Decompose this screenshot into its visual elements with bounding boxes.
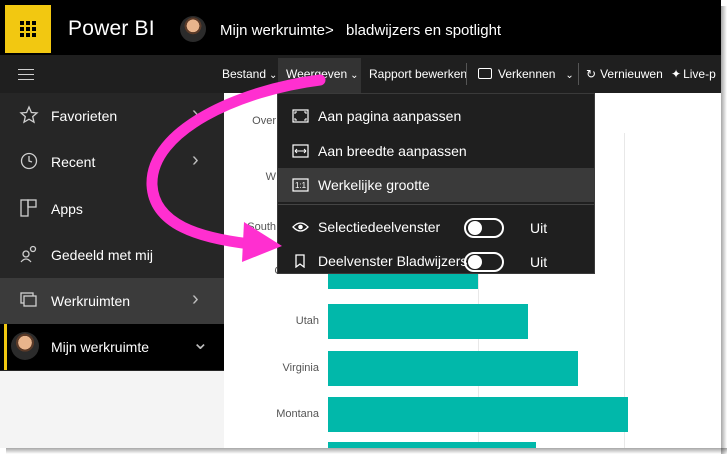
- toggle-state-label: Uit: [530, 254, 548, 270]
- chevron-down-icon[interactable]: ⌄: [192, 330, 209, 355]
- sidebar-item-label: Favorieten: [51, 108, 118, 124]
- chevron-right-icon[interactable]: ›: [192, 288, 199, 311]
- file-menu-button[interactable]: Bestand ⌄: [222, 67, 277, 81]
- report-toolbar: Bestand ⌄ Weergeven ⌄ Rapport bewerken Ver…: [0, 55, 721, 93]
- menu-item-actual-size[interactable]: 1:1 Werkelijke grootte: [278, 168, 594, 202]
- refresh-button[interactable]: ↻ Vernieuwen: [586, 67, 663, 81]
- menu-item-selection-pane[interactable]: Selectiedeelvenster Uit: [278, 210, 594, 244]
- explore-label: Verkennen: [498, 67, 556, 81]
- menu-item-label: Selectiedeelvenster: [318, 219, 441, 235]
- chart-bar[interactable]: [328, 397, 628, 432]
- chart-bar[interactable]: [328, 351, 578, 386]
- sidebar-item-shared-with-me[interactable]: Gedeeld met mij: [0, 232, 224, 278]
- window-shadow-bottom: [6, 448, 727, 454]
- menu-item-fit-to-width[interactable]: Aan breedte aanpassen: [278, 134, 594, 168]
- menu-item-label: Deelvenster Bladwijzers: [318, 253, 468, 269]
- view-menu-button[interactable]: Weergeven ⌄: [286, 67, 359, 81]
- refresh-icon: ↻: [586, 67, 597, 81]
- selected-indicator: [4, 324, 7, 370]
- file-menu-label: Bestand: [222, 67, 267, 81]
- menu-divider: [278, 204, 594, 205]
- top-header: Power BI Mijn werkruimte > bladwijzers e…: [0, 0, 721, 55]
- sidebar-item-my-workspace[interactable]: Mijn werkruimte ⌄: [0, 324, 224, 370]
- sidebar-item-label: Recent: [51, 154, 96, 170]
- menu-item-label: Werkelijke grootte: [318, 177, 430, 193]
- breadcrumb-workspace[interactable]: Mijn werkruimte: [220, 22, 325, 39]
- bookmarks-pane-toggle[interactable]: [464, 252, 504, 272]
- app-title[interactable]: Power BI: [68, 17, 155, 41]
- view-dropdown-menu: Aan pagina aanpassen Aan breedte aanpass…: [277, 93, 595, 274]
- sidebar-item-recent[interactable]: Recent ›: [0, 139, 224, 185]
- sidebar-item-label: Werkruimten: [51, 293, 131, 309]
- shared-people-icon: [19, 244, 39, 264]
- workspaces-icon: [19, 290, 39, 310]
- clock-icon: [19, 151, 39, 171]
- pin-live-label: Live-p: [683, 67, 716, 81]
- sidebar-item-label: Apps: [51, 201, 83, 217]
- svg-text:1:1: 1:1: [295, 181, 307, 190]
- hamburger-menu-icon[interactable]: [18, 69, 34, 84]
- toggle-state-label: Uit: [530, 220, 548, 236]
- toggle-knob: [468, 221, 482, 235]
- explore-icon: [478, 68, 492, 79]
- toolbar-divider: [466, 63, 467, 85]
- sidebar-item-favorites[interactable]: Favorieten ›: [0, 93, 224, 139]
- actual-size-icon: 1:1: [292, 178, 309, 192]
- toolbar-divider: [578, 63, 579, 85]
- chart-category-label: Montana: [276, 408, 319, 420]
- chevron-down-icon: ⌄: [350, 70, 359, 81]
- edit-report-button[interactable]: Rapport bewerken: [369, 67, 467, 81]
- menu-item-label: Aan pagina aanpassen: [318, 108, 462, 124]
- navigation-pane: Favorieten › Recent › Apps Gedeeld met m…: [0, 93, 224, 448]
- sidebar-empty-area: [0, 371, 224, 448]
- eye-icon: [292, 220, 309, 234]
- refresh-label: Vernieuwen: [600, 67, 663, 81]
- chevron-down-icon: ⌄: [269, 70, 278, 81]
- apps-icon: [19, 198, 39, 218]
- chart-category-label: W: [265, 171, 276, 183]
- fit-width-icon: [292, 144, 309, 158]
- star-icon: [19, 105, 39, 125]
- chart-category-label: Over: [252, 115, 276, 127]
- pin-icon: ✦: [671, 67, 682, 81]
- view-menu-label: Weergeven: [286, 67, 348, 81]
- menu-item-bookmarks-pane[interactable]: Deelvenster Bladwijzers Uit: [278, 244, 594, 278]
- toggle-knob: [468, 255, 482, 269]
- chart-category-label: Virginia: [282, 362, 320, 374]
- explore-menu-button[interactable]: Verkennen ⌄: [478, 67, 574, 81]
- menu-item-label: Aan breedte aanpassen: [318, 143, 467, 159]
- chevron-right-icon[interactable]: ›: [192, 149, 199, 172]
- sidebar-item-label: Gedeeld met mij: [51, 247, 153, 263]
- breadcrumb-report[interactable]: bladwijzers en spotlight: [346, 22, 501, 39]
- app-launcher-icon[interactable]: [5, 5, 51, 53]
- chart-bar[interactable]: [328, 304, 528, 339]
- breadcrumb-separator: >: [325, 22, 334, 39]
- sidebar-item-apps[interactable]: Apps: [0, 186, 224, 232]
- window-shadow-right: [721, 6, 727, 454]
- chevron-right-icon[interactable]: ›: [192, 103, 199, 126]
- pin-live-page-button[interactable]: ✦ Live-p: [671, 67, 716, 81]
- avatar: [11, 332, 39, 360]
- menu-item-fit-to-page[interactable]: Aan pagina aanpassen: [278, 99, 594, 133]
- selection-pane-toggle[interactable]: [464, 218, 504, 238]
- sidebar-item-label: Mijn werkruimte: [51, 339, 150, 355]
- avatar: [180, 16, 206, 42]
- chart-category-label: South: [247, 221, 276, 233]
- chart-category-label: Utah: [295, 315, 319, 327]
- sidebar-item-workspaces[interactable]: Werkruimten ›: [0, 278, 224, 324]
- bookmark-icon: [292, 254, 309, 269]
- chevron-down-icon: ⌄: [565, 70, 574, 81]
- fit-page-icon: [292, 109, 309, 123]
- power-bi-window: Power BI Mijn werkruimte > bladwijzers e…: [0, 0, 721, 448]
